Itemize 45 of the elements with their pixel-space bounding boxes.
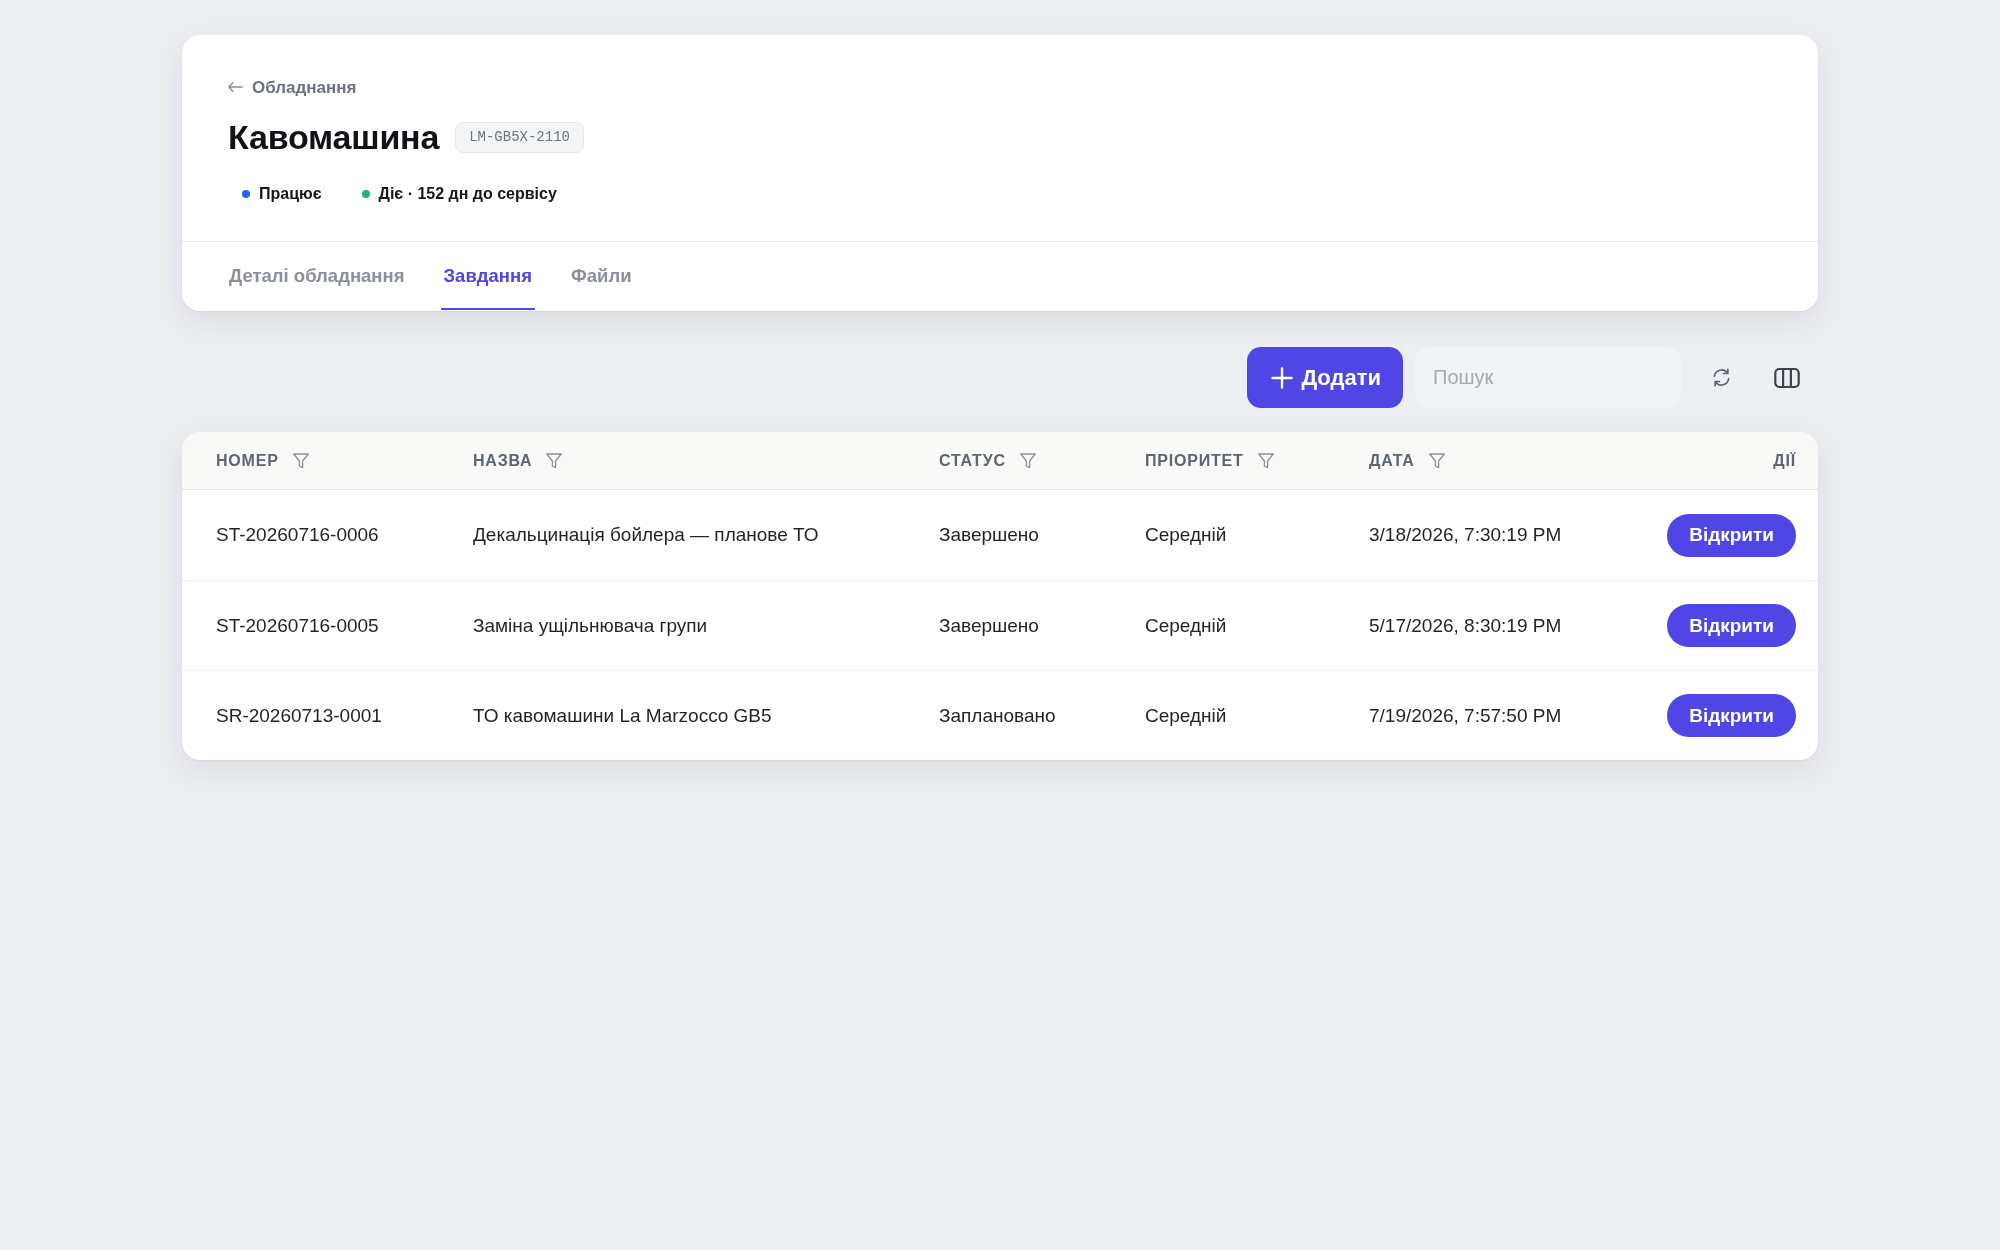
open-button[interactable]: Відкрити [1667,694,1796,738]
columns-button[interactable] [1774,366,1800,389]
plus-icon [1271,366,1294,389]
refresh-button[interactable] [1711,367,1732,389]
table-cell-text: Середній [1145,523,1227,548]
table-cell-text: Заміна ущільнювача групи [473,613,708,638]
equipment-code-tag: LM-GB5X-2110 [455,121,584,154]
columns-icon [1774,366,1800,389]
add-button[interactable]: Додати [1247,347,1403,409]
column-header: ДІЇ [1773,450,1796,471]
open-button[interactable]: Відкрити [1667,604,1796,648]
filter-icon[interactable] [1019,452,1036,469]
table-cell-text: ST-20260716-0006 [216,523,379,548]
column-header: НОМЕР [216,450,279,471]
filter-icon[interactable] [1257,452,1274,469]
table-cell-text: SR-20260713-0001 [216,703,382,728]
table-cell-text: Середній [1145,703,1227,728]
table-cell-text: 5/17/2026, 8:30:19 PM [1369,613,1562,638]
filter-icon[interactable] [1428,452,1445,469]
table-cell-text: Завершено [939,613,1039,638]
search-field[interactable]: Пошук [1415,347,1681,409]
table-cell-text: ST-20260716-0005 [216,613,379,638]
open-button[interactable]: Відкрити [1667,513,1796,557]
tab[interactable]: Файли [567,242,635,311]
column-header: ПРІОРИТЕТ [1145,450,1244,471]
status-label: Діє · 152 дн до сервісу [378,184,557,205]
table-cell-text: Декальцинація бойлера — планове ТО [473,523,819,548]
column-header: ДАТА [1369,450,1415,471]
table-cell-text: ТО кавомашини La Marzocco GB5 [473,703,772,728]
status-label: Працює [259,184,322,205]
tab[interactable]: Деталі обладнання [226,242,408,311]
table-cell-text: 7/19/2026, 7:57:50 PM [1369,703,1562,728]
table-cell-text: 3/18/2026, 7:30:19 PM [1369,523,1562,548]
table-cell-text: Середній [1145,613,1227,638]
tab[interactable]: Завдання [440,242,535,311]
page-title: Кавомашина [228,119,440,157]
filter-icon[interactable] [292,452,309,469]
column-header: СТАТУС [939,450,1006,471]
refresh-icon [1711,367,1732,389]
arrow-left-icon [228,82,243,92]
column-header: НАЗВА [473,450,533,471]
table-cell-text: Заплановано [939,703,1056,728]
back-link[interactable]: Обладнання [228,78,357,96]
table-cell-text: Завершено [939,523,1039,548]
filter-icon[interactable] [546,452,563,469]
